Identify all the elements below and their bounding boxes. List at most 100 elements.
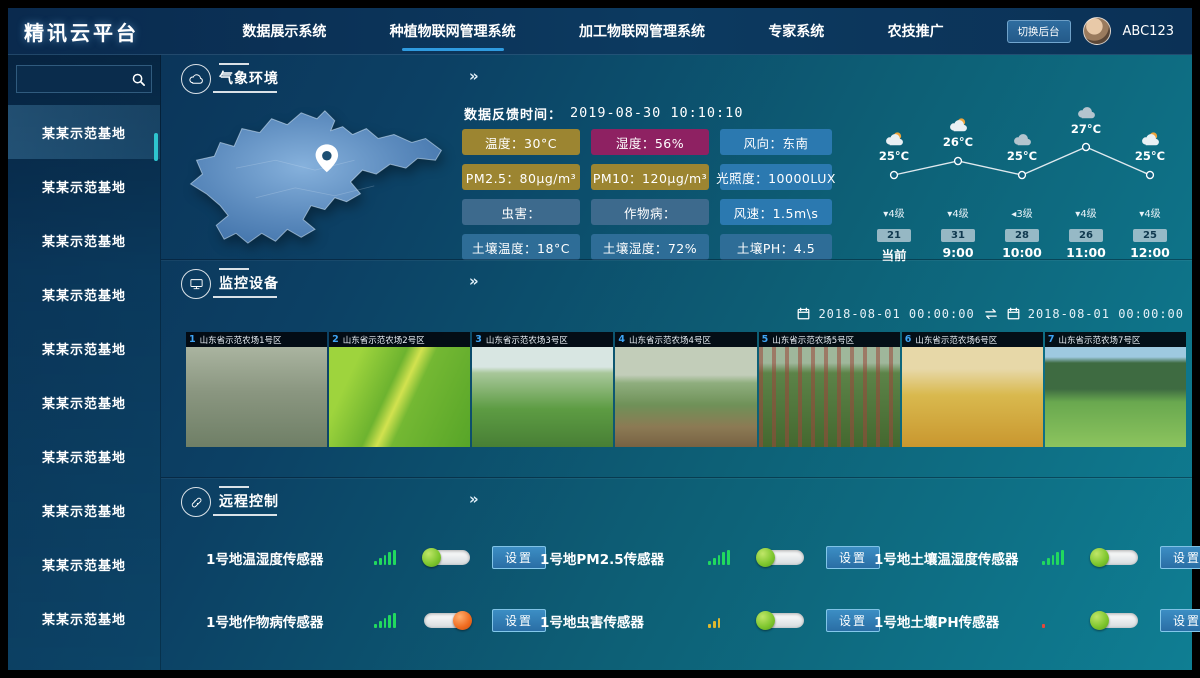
settings-button[interactable]: 设置	[1160, 546, 1200, 569]
stat-chip-crop-disease: 作物病：	[591, 199, 709, 225]
stat-chip-temperature: 温度：30°C	[462, 129, 580, 155]
camera-video-thumbnail	[329, 347, 470, 447]
weather-icon	[1073, 104, 1099, 121]
sidebar-item-base[interactable]: 某某示范基地	[8, 321, 160, 375]
settings-button[interactable]: 设置	[492, 609, 546, 632]
camera-tile[interactable]: 2山东省示范农场2号区	[329, 332, 470, 447]
camera-strip: 1山东省示范农场1号区 2山东省示范农场2号区 3山东省示范农场3号区 4山东省…	[186, 332, 1186, 447]
camera-name: 山东省示范农场4号区	[629, 334, 711, 346]
base-list: 某某示范基地 某某示范基地 某某示范基地 某某示范基地 某某示范基地 某某示范基…	[8, 105, 160, 645]
camera-number: 6	[905, 334, 912, 345]
sidebar-item-base[interactable]: 某某示范基地	[8, 375, 160, 429]
sidebar-item-base[interactable]: 某某示范基地	[8, 429, 160, 483]
sidebar-item-base[interactable]: 某某示范基地	[8, 105, 160, 159]
search-input[interactable]	[17, 66, 125, 92]
nav-item-expert[interactable]: 专家系统	[764, 7, 828, 55]
content: 某某示范基地 某某示范基地 某某示范基地 某某示范基地 某某示范基地 某某示范基…	[8, 55, 1192, 670]
top-nav: 精讯云平台 数据展示系统 种植物联网管理系统 加工物联网管理系统 专家系统 农技…	[8, 8, 1192, 55]
sidebar-item-base[interactable]: 某某示范基地	[8, 537, 160, 591]
main-nav: 数据展示系统 种植物联网管理系统 加工物联网管理系统 专家系统 农技推广	[183, 7, 1003, 55]
stat-chip-soil-temperature: 土壤温度：18°C	[462, 234, 580, 260]
camera-number: 7	[1048, 334, 1055, 345]
sensor-toggle[interactable]	[424, 613, 470, 628]
camera-video-thumbnail	[1045, 347, 1186, 447]
expand-more-icon[interactable]: »	[469, 272, 478, 290]
camera-number: 1	[189, 334, 196, 345]
nav-item-processing-iot[interactable]: 加工物联网管理系统	[575, 7, 709, 55]
forecast-badge: 26	[1069, 229, 1103, 242]
signal-icon	[1042, 550, 1064, 565]
sensor-toggle[interactable]	[758, 550, 804, 565]
expand-more-icon[interactable]: »	[469, 67, 478, 85]
sensor-toggle[interactable]	[1092, 550, 1138, 565]
stat-chip-pm10: PM10：120μg/m³	[591, 164, 709, 190]
settings-button[interactable]: 设置	[492, 546, 546, 569]
forecast-wind: ▾4级	[1118, 205, 1182, 220]
camera-tile[interactable]: 4山东省示范农场4号区	[615, 332, 756, 447]
nav-item-planting-iot[interactable]: 种植物联网管理系统	[386, 7, 520, 55]
sidebar-item-base[interactable]: 某某示范基地	[8, 159, 160, 213]
date-to-picker[interactable]: 2018-08-01 00:00:00	[1028, 307, 1184, 321]
forecast-temp: 26°C	[943, 135, 973, 149]
weather-icon	[1009, 131, 1035, 148]
section-title: 监控设备	[219, 271, 279, 297]
camera-tile[interactable]: 5山东省示范农场5号区	[759, 332, 900, 447]
camera-video-thumbnail	[759, 347, 900, 447]
date-from-picker[interactable]: 2018-08-01 00:00:00	[818, 307, 974, 321]
search-icon[interactable]	[125, 66, 151, 92]
signal-icon	[1042, 613, 1064, 628]
sensor-toggle[interactable]	[1092, 613, 1138, 628]
forecast-wind: ◂3级	[990, 205, 1054, 220]
sensor-row: 1号地温湿度传感器 设置	[206, 546, 532, 569]
stat-chip-wind-speed: 风速：1.5m\s	[720, 199, 832, 225]
sensor-name: 1号地虫害传感器	[540, 611, 698, 631]
sidebar: 某某示范基地 某某示范基地 某某示范基地 某某示范基地 某某示范基地 某某示范基…	[8, 55, 161, 670]
stat-chip-humidity: 湿度：56%	[591, 129, 709, 155]
camera-tile[interactable]: 7山东省示范农场7号区	[1045, 332, 1186, 447]
camera-tile[interactable]: 1山东省示范农场1号区	[186, 332, 327, 447]
nav-right: 切换后台 ABC123	[1007, 17, 1192, 45]
camera-tile[interactable]: 3山东省示范农场3号区	[472, 332, 613, 447]
expand-more-icon[interactable]: »	[469, 490, 478, 508]
section-title: 远程控制	[219, 489, 279, 515]
camera-video-thumbnail	[186, 347, 327, 447]
sensor-row: 1号地土壤PH传感器 设置	[874, 609, 1200, 632]
sidebar-item-base[interactable]: 某某示范基地	[8, 213, 160, 267]
settings-button[interactable]: 设置	[826, 609, 880, 632]
forecast-badge-row: 21 31 28 26 25	[862, 223, 1182, 242]
nav-item-agritech[interactable]: 农技推广	[884, 7, 948, 55]
forecast-wind: ▾4级	[926, 205, 990, 220]
base-search-box	[16, 65, 152, 93]
camera-tile[interactable]: 6山东省示范农场6号区	[902, 332, 1043, 447]
stat-chip-soil-humidity: 土壤湿度：72%	[591, 234, 709, 260]
forecast-badge: 28	[1005, 229, 1039, 242]
stat-chip-light: 光照度：10000LUX	[720, 164, 832, 190]
feedback-time-label: 数据反馈时间：	[464, 104, 562, 123]
feedback-time-value: 2019-08-30 10:10:10	[570, 105, 743, 121]
calendar-icon	[797, 305, 810, 324]
weather-icon	[945, 117, 971, 134]
sidebar-scrollbar[interactable]	[154, 133, 158, 161]
nav-item-data-display[interactable]: 数据展示系统	[238, 7, 330, 55]
sensor-row: 1号地土壤温湿度传感器 设置	[874, 546, 1200, 569]
sidebar-item-base[interactable]: 某某示范基地	[8, 483, 160, 537]
remote-section: 远程控制 » 1号地温湿度传感器 设置 1号地PM2.5传感器 设置	[161, 477, 1192, 670]
sensor-toggle[interactable]	[424, 550, 470, 565]
sensor-toggle[interactable]	[758, 613, 804, 628]
weather-section-icon	[181, 64, 211, 94]
monitor-section-header: 监控设备 »	[181, 268, 1192, 300]
weather-forecast: 25°C 26°C 25°C	[862, 99, 1182, 264]
sidebar-item-base[interactable]: 某某示范基地	[8, 591, 160, 645]
camera-number: 5	[762, 334, 769, 345]
camera-video-thumbnail	[615, 347, 756, 447]
forecast-badge: 21	[877, 229, 911, 242]
settings-button[interactable]: 设置	[826, 546, 880, 569]
calendar-icon	[1007, 305, 1020, 324]
avatar[interactable]	[1083, 17, 1111, 45]
sidebar-item-base[interactable]: 某某示范基地	[8, 267, 160, 321]
switch-backend-button[interactable]: 切换后台	[1007, 20, 1071, 43]
stat-chip-pest: 虫害：	[462, 199, 580, 225]
camera-name: 山东省示范农场7号区	[1058, 334, 1140, 346]
stat-chip-pm25: PM2.5：80μg/m³	[462, 164, 580, 190]
settings-button[interactable]: 设置	[1160, 609, 1200, 632]
